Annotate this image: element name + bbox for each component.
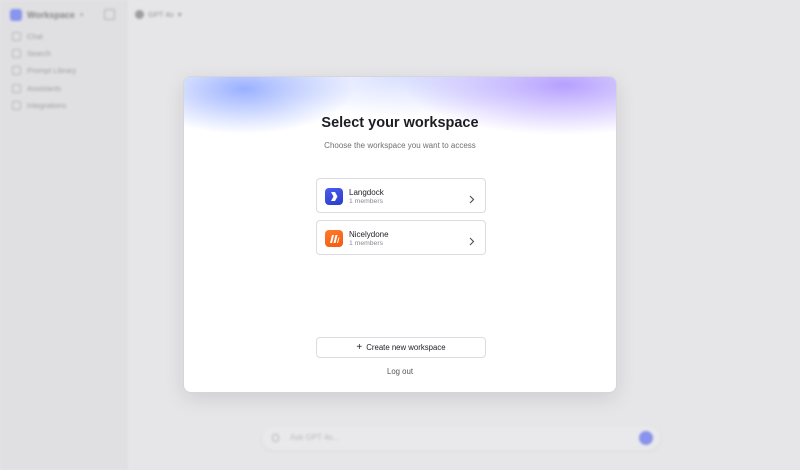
workspace-name: Nicelydone — [349, 230, 389, 239]
workspace-option-langdock[interactable]: Langdock 1 members — [316, 178, 486, 213]
chevron-right-icon — [469, 233, 475, 251]
plus-icon: + — [356, 341, 363, 353]
nicelydone-logo-icon — [325, 230, 343, 247]
workspace-members: 1 members — [349, 240, 383, 247]
create-workspace-button[interactable]: + Create new workspace — [316, 337, 486, 358]
workspace-option-nicelydone[interactable]: Nicelydone 1 members — [316, 220, 486, 255]
workspace-select-modal: Select your workspace Choose the workspa… — [183, 76, 617, 393]
workspace-members: 1 members — [349, 198, 383, 205]
logout-link[interactable]: Log out — [184, 367, 616, 376]
workspace-name: Langdock — [349, 188, 384, 197]
modal-subtitle: Choose the workspace you want to access — [324, 141, 476, 150]
chevron-right-icon — [469, 191, 475, 209]
modal-title: Select your workspace — [321, 115, 479, 131]
langdock-logo-icon — [325, 188, 343, 205]
create-workspace-label: Create new workspace — [366, 343, 446, 352]
